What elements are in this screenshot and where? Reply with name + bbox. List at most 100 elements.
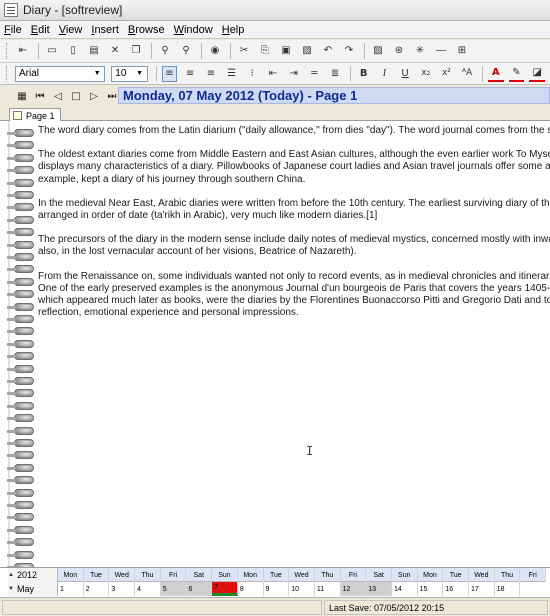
first-page-icon[interactable]: ⏮	[32, 88, 48, 104]
align-left-icon[interactable]: ≡	[161, 65, 178, 82]
spin-down-icon[interactable]: ▼	[8, 586, 14, 592]
weekday-header: Tue	[84, 568, 110, 582]
insert-symbol-icon[interactable]: ✳	[412, 43, 428, 59]
previous-page-icon[interactable]: ◁	[50, 88, 66, 104]
spiral-ring-icon	[7, 315, 34, 323]
calendar-day[interactable]: 1	[58, 582, 84, 596]
toolbar-grip[interactable]	[6, 43, 9, 59]
menu-edit[interactable]: Edit	[31, 24, 50, 36]
find-next-icon[interactable]: ⚲	[178, 43, 194, 59]
calendar-day[interactable]: 14	[392, 582, 418, 596]
calendar-day[interactable]: 13	[366, 582, 392, 596]
copy-icon[interactable]: ⎘	[257, 43, 273, 59]
paragraph-icon[interactable]: ═	[306, 66, 322, 82]
underline-icon[interactable]: U	[397, 66, 413, 82]
bullets-icon[interactable]: ⁝	[244, 66, 260, 82]
paste-icon[interactable]: ▣	[278, 43, 294, 59]
calendar-day[interactable]: 6	[186, 582, 213, 596]
spin-up-icon[interactable]: ▲	[8, 572, 14, 578]
menu-insert[interactable]: Insert	[91, 24, 119, 36]
italic-icon[interactable]: I	[377, 66, 393, 82]
menu-label: ile	[10, 23, 22, 36]
spiral-ring-icon	[7, 265, 34, 274]
calendar-icon[interactable]: ▦	[14, 88, 30, 104]
spiral-ring-icon	[7, 178, 34, 187]
align-right-icon[interactable]: ≡	[203, 66, 219, 82]
superscript-icon[interactable]: x²	[439, 66, 455, 82]
calendar-day[interactable]: 9	[264, 582, 290, 596]
spiral-ring-icon	[7, 488, 34, 497]
subscript-icon[interactable]: x₂	[418, 66, 434, 82]
spiral-ring-icon	[7, 525, 34, 534]
calendar-day[interactable]: 3	[109, 582, 136, 596]
delete-icon[interactable]: ✕	[107, 43, 123, 59]
last-save-status: Last Save: 07/05/2012 20:15	[324, 600, 548, 615]
entry-text-area[interactable]: The word diary comes from the Latin diar…	[38, 125, 550, 331]
calendar-day[interactable]: 11	[315, 582, 341, 596]
help-icon[interactable]: ◉	[207, 43, 223, 59]
chevron-down-icon[interactable]: ▼	[134, 68, 146, 80]
menu-view[interactable]: View	[59, 24, 83, 36]
diary-app-icon	[4, 3, 18, 17]
menu-help[interactable]: Help	[222, 24, 245, 36]
redo-icon[interactable]: ↷	[341, 43, 357, 59]
calendar-day[interactable]: 4	[135, 582, 161, 596]
copy-page-icon[interactable]: ❐	[128, 43, 144, 59]
insert-link-icon[interactable]: ⊛	[391, 43, 407, 59]
increase-indent-icon[interactable]: ⇥	[286, 66, 302, 82]
calendar-day[interactable]: 2	[84, 582, 110, 596]
exit-icon[interactable]: ⇤	[15, 43, 31, 59]
calendar-day[interactable]: 18	[495, 582, 521, 596]
cut-icon[interactable]: ✂	[236, 43, 252, 59]
open-icon[interactable]: ▭	[44, 43, 60, 59]
font-family-select[interactable]: Arial ▼	[14, 65, 106, 82]
insert-picture-icon[interactable]: ▨	[370, 43, 386, 59]
undo-icon[interactable]: ↶	[320, 43, 336, 59]
calendar-day[interactable]: 17	[469, 582, 495, 596]
spiral-ring-icon	[7, 166, 34, 175]
menu-window[interactable]: Window	[174, 24, 213, 36]
spiral-ring-icon	[7, 550, 34, 559]
insert-table-icon[interactable]: ⊞	[454, 43, 470, 59]
spiral-ring-icon	[7, 476, 34, 485]
menu-label: rowse	[135, 23, 165, 36]
menu-file[interactable]: File	[4, 24, 22, 36]
new-entry-icon[interactable]: ▤	[86, 43, 102, 59]
fill-color-icon[interactable]: ◪	[529, 66, 546, 82]
menu-label: iew	[65, 23, 83, 36]
delete-selection-icon[interactable]: ▧	[299, 43, 315, 59]
calendar-day[interactable]: 16	[443, 582, 469, 596]
calendar-day[interactable]: 8	[238, 582, 264, 596]
menu-browse[interactable]: Browse	[128, 24, 165, 36]
year-spinner[interactable]: ▲ 2012	[8, 568, 58, 582]
calendar-day-today[interactable]: 7	[212, 582, 238, 596]
highlight-icon[interactable]: ✎	[508, 66, 525, 82]
next-page-icon[interactable]: ▷	[86, 88, 102, 104]
diary-page[interactable]: The word diary comes from the Latin diar…	[0, 121, 550, 567]
calendar-day[interactable]: 10	[289, 582, 315, 596]
calendar-day[interactable]: 15	[418, 582, 444, 596]
stop-icon[interactable]: □	[68, 88, 84, 104]
menu-label: dit	[38, 23, 50, 36]
toolbar-grip[interactable]	[6, 65, 9, 82]
font-size-icon[interactable]: ᴬA	[459, 66, 475, 82]
font-color-icon[interactable]: A	[487, 66, 504, 82]
tab-page-1[interactable]: Page 1	[9, 108, 61, 122]
spiral-ring-icon	[7, 327, 34, 336]
align-center-icon[interactable]: ≡	[182, 66, 198, 82]
decrease-indent-icon[interactable]: ⇤	[265, 66, 281, 82]
insert-line-icon[interactable]: ―	[433, 43, 449, 59]
chevron-down-icon[interactable]: ▼	[91, 68, 103, 80]
weekday-header: Sat	[366, 568, 392, 582]
font-size-select[interactable]: 10 ▼	[111, 65, 148, 82]
weekday-header: Tue	[264, 568, 290, 582]
month-spinner[interactable]: ▼ May	[8, 582, 58, 596]
line-spacing-icon[interactable]: ≣	[327, 66, 343, 82]
toolbar-separator	[349, 65, 351, 82]
find-icon[interactable]: ⚲	[157, 43, 173, 59]
calendar-day[interactable]: 12	[340, 582, 367, 596]
justify-icon[interactable]: ☰	[224, 66, 240, 82]
calendar-day[interactable]: 5	[160, 582, 187, 596]
bold-icon[interactable]: B	[356, 66, 372, 82]
new-page-icon[interactable]: ▯	[65, 43, 81, 59]
